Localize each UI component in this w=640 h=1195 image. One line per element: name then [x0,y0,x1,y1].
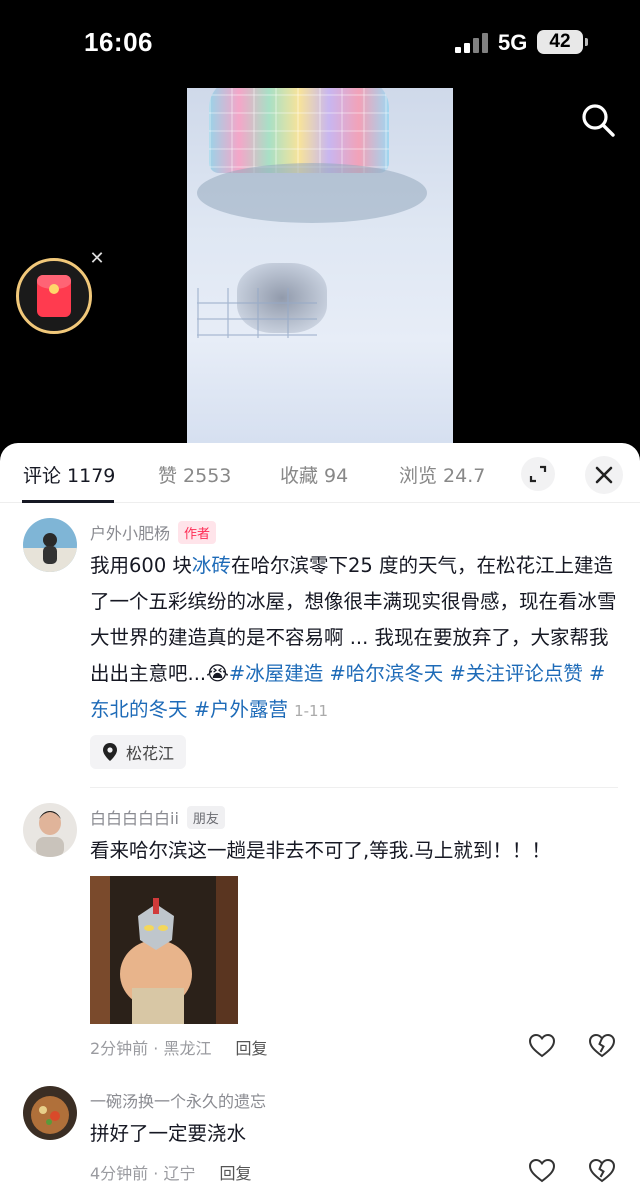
comment-author-name[interactable]: 一碗汤换一个永久的遗忘 [90,1088,266,1112]
close-icon[interactable]: ✕ [88,250,106,268]
comment-item: 一碗汤换一个永久的遗忘 拼好了一定要浇水 4分钟前 · 辽宁 回复 [0,1086,640,1195]
red-packet-button[interactable] [16,258,92,334]
hashtag[interactable]: #哈尔滨冬天 [329,662,443,685]
comment-item: 白白白白白ii 朋友 看来哈尔滨这一趟是非去不可了,等我.马上就到！！！ 2分钟… [0,803,640,1063]
tab-views[interactable]: 浏览 24.7 [399,461,485,488]
status-bar: 16:06 5G 42 [0,0,640,88]
tab-underline [22,500,114,503]
dislike-icon[interactable] [588,1032,616,1060]
location-label: 松花江 [126,744,175,763]
tab-likes[interactable]: 赞 2553 [158,461,231,488]
hashtag[interactable]: #关注评论点赞 [449,662,582,685]
comment-item: 户外小肥杨 作者 我用600 块冰砖在哈尔滨零下25 度的天气，在松花江上建造了… [0,518,640,788]
network-label: 5G [498,30,528,55]
battery-icon: 42 [537,30,588,54]
comment-time: 2分钟前 · 黑龙江 [90,1039,212,1058]
comment-text: 看来哈尔滨这一趟是非去不可了,等我.马上就到！！！ [90,839,551,862]
igloo-image [209,88,389,173]
red-envelope-icon [37,275,71,317]
comment-text: 我用600 块冰砖在哈尔滨零下25 度的天气，在松花江上建造了一个五彩缤纷的冰屋… [90,548,618,729]
comment-tabs: 评论 1179 赞 2553 收藏 94 浏览 24.7 [0,443,640,503]
friend-badge: 朋友 [186,805,225,829]
hashtag[interactable]: #户外露营 [194,698,288,721]
expand-icon [529,465,547,483]
avatar[interactable] [23,803,77,857]
reply-button[interactable]: 回复 [235,1035,267,1059]
dislike-icon[interactable] [588,1157,616,1185]
reply-button[interactable]: 回复 [219,1160,251,1184]
comment-author-name[interactable]: 户外小肥杨 [90,520,170,544]
close-sheet-button[interactable] [585,456,623,494]
close-icon [595,466,613,484]
avatar[interactable] [23,518,77,572]
heart-icon[interactable] [528,1157,556,1185]
avatar[interactable] [23,1086,77,1140]
ice-brick-link[interactable]: 冰砖 [192,554,231,577]
video-ice-pool [197,163,427,223]
comment-author-name[interactable]: 白白白白白ii [90,805,179,829]
status-time: 16:06 [84,27,153,57]
heart-icon[interactable] [528,1032,556,1060]
location-chip[interactable]: 松花江 [90,735,187,769]
tab-comments[interactable]: 评论 1179 [23,461,115,488]
tab-favorites[interactable]: 收藏 94 [280,461,348,488]
comment-text-part: 我用600 块 [90,554,192,577]
expand-button[interactable] [521,457,555,491]
comment-image[interactable] [90,876,238,1024]
author-badge: 作者 [178,520,217,544]
video-player[interactable] [187,88,453,448]
video-ice-bricks [197,288,317,338]
signal-icon [455,33,489,53]
search-icon[interactable] [580,102,616,138]
comment-date: 1-11 [294,702,329,720]
location-pin-icon [103,743,117,761]
comment-time: 4分钟前 · 辽宁 [90,1164,196,1183]
hashtag[interactable]: #冰屋建造 [229,662,323,685]
divider [90,787,618,788]
comment-sheet: 评论 1179 赞 2553 收藏 94 浏览 24.7 户外小肥杨 作者 我用… [0,443,640,1195]
comment-text: 拼好了一定要浇水 [90,1122,247,1145]
